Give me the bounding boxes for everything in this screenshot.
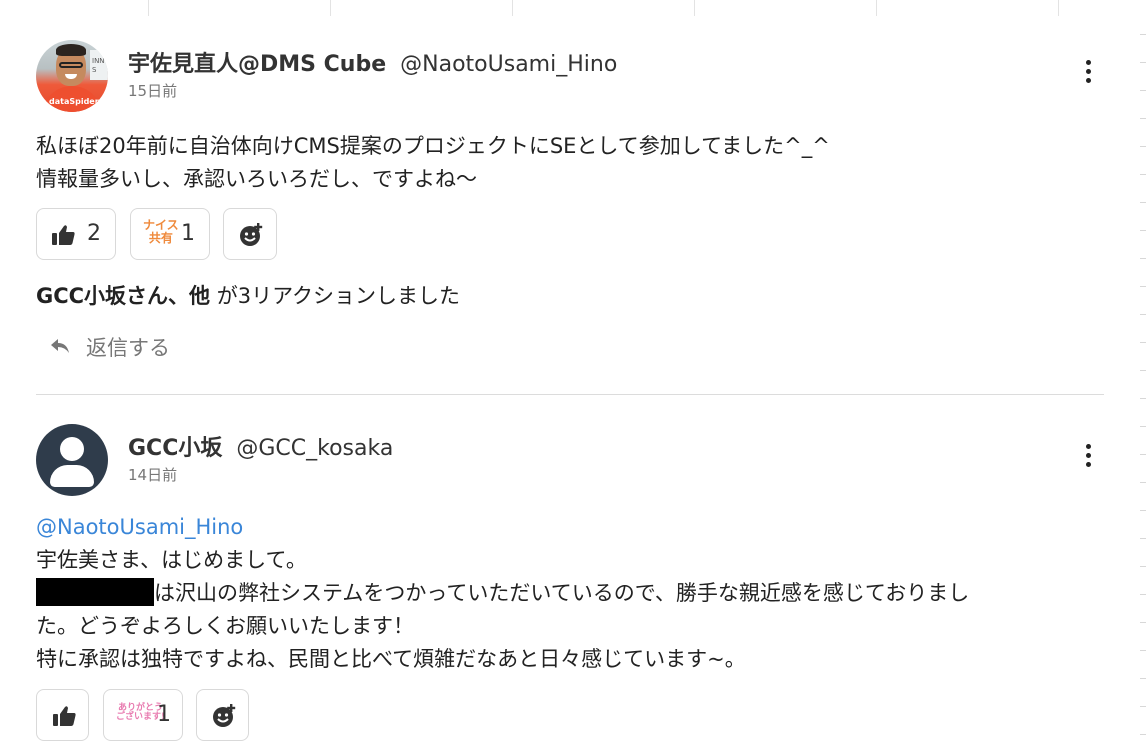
rail-tick — [1140, 538, 1146, 539]
rail-tick — [1140, 482, 1146, 483]
timestamp[interactable]: 15日前 — [128, 80, 177, 101]
reaction-bar: ありがとう ございます! 1 — [36, 689, 276, 741]
nice-share-stamp-icon: ナイス 共有 — [143, 219, 179, 244]
thumbs-up-icon — [53, 706, 76, 726]
rail-tick — [1140, 566, 1146, 567]
emoji-add-icon — [240, 223, 263, 246]
avatar[interactable]: INN S dataSpider — [36, 40, 108, 112]
rail-tick — [1140, 146, 1146, 147]
comment-divider — [36, 394, 1104, 395]
like-reaction-button[interactable] — [36, 689, 89, 741]
reply-label: 返信する — [86, 336, 170, 360]
rail-tick — [1140, 594, 1146, 595]
avatar-glasses — [59, 62, 83, 68]
rail-tick — [1140, 62, 1146, 63]
rail-tick — [1140, 118, 1146, 119]
reply-button[interactable]: 返信する — [50, 332, 210, 362]
top-table-strip — [0, 0, 1146, 16]
thanks-stamp-button[interactable]: ありがとう ございます! 1 — [103, 689, 183, 741]
comment-line: た。どうぞよろしくお願いいたします！ — [36, 614, 414, 638]
stamp-label-line: 共有 — [148, 230, 173, 245]
rail-tick — [1140, 510, 1146, 511]
emoji-add-icon — [213, 704, 236, 727]
like-reaction-button[interactable]: 2 — [36, 208, 116, 260]
author-line: 宇佐見直人@DMS Cube @NaotoUsami_Hino — [128, 46, 617, 78]
author-handle[interactable]: @NaotoUsami_Hino — [400, 52, 617, 77]
thumbs-up-icon — [52, 225, 75, 245]
rail-tick — [1140, 34, 1146, 35]
rail-tick — [1140, 314, 1146, 315]
rail-tick — [1140, 90, 1146, 91]
avatar-banner-text: INN S — [92, 57, 105, 74]
like-count: 2 — [87, 221, 101, 246]
rail-tick — [1140, 230, 1146, 231]
author-line: GCC小坂 @GCC_kosaka — [128, 430, 393, 462]
comment-line: 宇佐美さま、はじめまして。 — [36, 548, 307, 572]
rail-tick — [1140, 678, 1146, 679]
reaction-summary-users: GCC小坂さん、他 — [36, 284, 211, 308]
rail-tick — [1140, 426, 1146, 427]
table-divider — [148, 0, 150, 16]
reaction-summary-text: が3リアクションしました — [210, 284, 461, 308]
add-reaction-button[interactable] — [196, 689, 249, 741]
rail-tick — [1140, 706, 1146, 707]
avatar-hair — [56, 44, 86, 56]
author-name[interactable]: 宇佐見直人@DMS Cube — [128, 52, 386, 77]
reaction-summary[interactable]: GCC小坂さん、他 が3リアクションしました — [36, 280, 460, 310]
reaction-bar: 2 ナイス 共有 1 — [36, 208, 296, 260]
table-divider — [694, 0, 696, 16]
comment-line: 特に承認は独特ですよね、民間と比べて煩雑だなあと日々感じています~。 — [36, 647, 746, 671]
stamp-label-line: ナイス — [143, 218, 179, 232]
comment-line: 私ほぼ20年前に自治体向けCMS提案のプロジェクトにSEとして参加してました^_… — [36, 134, 830, 158]
rail-tick — [1140, 398, 1146, 399]
comment-line-text: は沢山の弊社システムをつかっていただいているので、勝手な親近感を感じておりまし — [154, 581, 970, 605]
comment-body: @NaotoUsami_Hino 宇佐美さま、はじめまして。 は沢山の弊社システ… — [36, 511, 969, 676]
avatar[interactable] — [36, 424, 108, 496]
right-rail — [1118, 20, 1146, 754]
rail-tick — [1140, 342, 1146, 343]
add-reaction-button[interactable] — [223, 208, 277, 260]
avatar-body — [50, 465, 94, 487]
rail-tick — [1140, 650, 1146, 651]
stamp-count: 1 — [181, 221, 195, 246]
reply-icon — [51, 339, 69, 353]
avatar-head — [60, 437, 84, 461]
stamp-count: 1 — [157, 702, 171, 727]
comment-line: 情報量多いし、承認いろいろだし、ですよね〜 — [36, 167, 477, 191]
rail-tick — [1140, 734, 1146, 735]
mention-link[interactable]: @NaotoUsami_Hino — [36, 511, 969, 544]
more-options-icon[interactable] — [1076, 440, 1100, 472]
redaction-bar — [36, 578, 154, 606]
table-divider — [876, 0, 878, 16]
nice-share-stamp-button[interactable]: ナイス 共有 1 — [130, 208, 210, 260]
table-divider — [1058, 0, 1060, 16]
comment-body: 私ほぼ20年前に自治体向けCMS提案のプロジェクトにSEとして参加してました^_… — [36, 130, 830, 196]
author-handle[interactable]: @GCC_kosaka — [236, 436, 393, 461]
rail-tick — [1140, 286, 1146, 287]
table-divider — [330, 0, 332, 16]
rail-tick — [1140, 622, 1146, 623]
avatar-shirt-text: dataSpider — [49, 97, 99, 106]
timestamp[interactable]: 14日前 — [128, 464, 177, 485]
rail-tick — [1140, 202, 1146, 203]
more-options-icon[interactable] — [1076, 56, 1100, 88]
rail-tick — [1140, 174, 1146, 175]
comment-line: は沢山の弊社システムをつかっていただいているので、勝手な親近感を感じておりまし — [36, 577, 969, 610]
author-name[interactable]: GCC小坂 — [128, 436, 222, 461]
rail-tick — [1140, 370, 1146, 371]
rail-tick — [1140, 258, 1146, 259]
rail-tick — [1140, 454, 1146, 455]
comment: GCC小坂 @GCC_kosaka 14日前 @NaotoUsami_Hino 宇… — [36, 424, 1104, 754]
table-divider — [512, 0, 514, 16]
comment: INN S dataSpider 宇佐見直人@DMS Cube @NaotoUsa… — [36, 40, 1104, 380]
